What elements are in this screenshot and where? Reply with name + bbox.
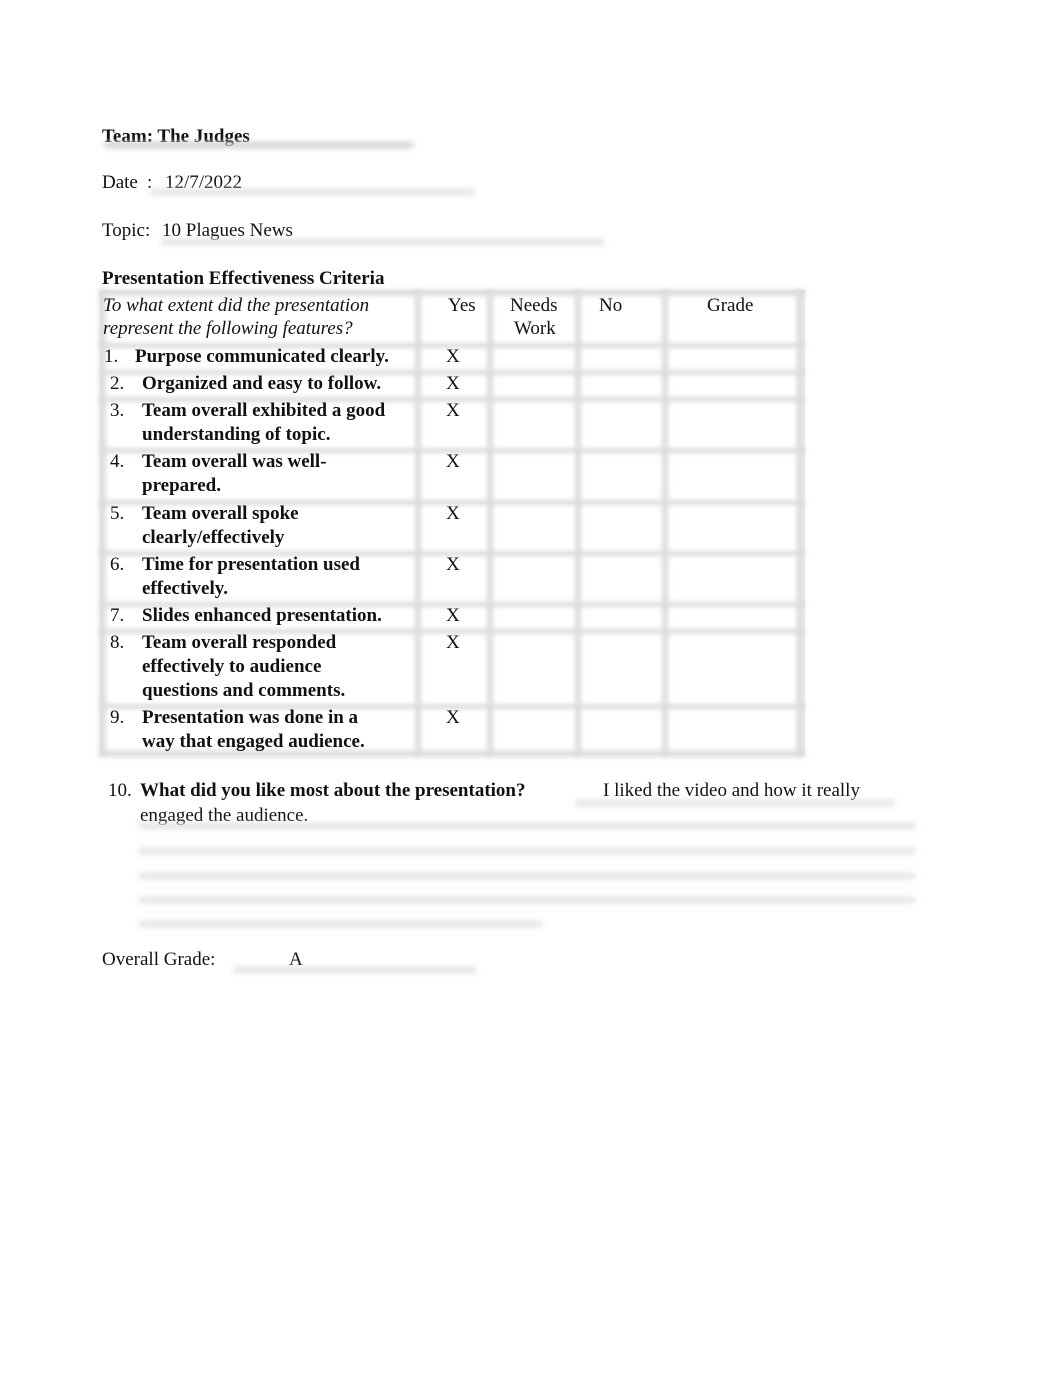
criterion-text-line: way that engaged audience. [142,731,365,752]
answer-line [575,800,895,806]
criterion-text-line: Purpose communicated clearly. [135,346,389,367]
column-header-grade: Grade [707,295,754,316]
answer-line [138,823,916,829]
criterion-text: Time for presentation used effectively. [142,553,360,601]
column-header-yes: Yes [448,295,476,316]
criterion-text-line: Team overall exhibited a good [142,400,386,421]
criterion-text-line: understanding of topic. [142,424,331,445]
criterion-number: 6. [110,554,125,575]
answer-line [138,873,916,879]
criterion-text: Slides enhanced presentation. [142,604,382,628]
criterion-text-line: effectively. [142,578,228,599]
criterion-text-line: Team overall spoke [142,503,299,524]
criterion-text-line: Slides enhanced presentation. [142,605,382,626]
criterion-number: 2. [110,373,125,394]
criterion-text: Team overall was well-prepared. [142,450,327,498]
criterion-number: 1. [104,346,119,367]
question-10-prompt: What did you like most about the present… [140,780,526,801]
cell-yes[interactable]: X [446,400,466,422]
topic-label: Topic: [102,220,151,241]
criterion-text-line: Time for presentation used [142,554,360,575]
cell-yes[interactable]: X [446,346,466,368]
team-underline [104,142,414,148]
cell-yes[interactable]: X [446,373,466,395]
criterion-number: 7. [110,605,125,626]
column-header-needs-work-line2: Work [514,318,556,339]
table-col-divider [415,290,421,756]
criterion-number: 5. [110,503,125,524]
criterion-text: Team overall spoke clearly/effectively [142,502,299,550]
cell-yes[interactable]: X [446,605,466,627]
criterion-number: 8. [110,632,125,653]
date-underline [150,189,475,195]
cell-yes[interactable]: X [446,503,466,525]
criterion-text: Presentation was done in a way that engag… [142,706,365,754]
overall-grade-label: Overall Grade: [102,949,216,970]
criterion-text-line: Organized and easy to follow. [142,373,382,394]
question-line-1: To what extent did the presentation [103,295,370,316]
table-col-divider [575,290,581,756]
criterion-text-line: Team overall responded [142,632,337,653]
cell-yes[interactable]: X [446,451,466,473]
cell-yes[interactable]: X [446,554,466,576]
table-col-divider [662,290,668,756]
cell-yes[interactable]: X [446,707,466,729]
table-border-right [797,290,803,756]
criterion-text: Team overall exhibited a good understandi… [142,399,385,447]
criterion-text-line: prepared. [142,475,221,496]
criterion-number: 9. [110,707,125,728]
question-10-number: 10. [108,780,132,801]
column-header-no: No [599,295,623,316]
table-col-divider [487,290,493,756]
criterion-text-line: questions and comments. [142,680,346,701]
column-header-needs-work: Needs [510,295,558,316]
criterion-text-line: clearly/effectively [142,527,285,548]
criterion-number: 3. [110,400,125,421]
criterion-text-line: Presentation was done in a [142,707,359,728]
date-label: Date [102,172,138,193]
cell-yes[interactable]: X [446,632,466,654]
criterion-text-line: Team overall was well- [142,451,327,472]
criterion-text: Team overall responded effectively to aud… [142,631,345,703]
criterion-text: Purpose communicated clearly. [135,345,389,369]
question-10-answer-line-1[interactable]: I liked the video and how it really [603,780,860,802]
topic-underline [160,239,605,245]
answer-line [138,921,543,927]
criterion-text: Organized and easy to follow. [142,372,381,396]
question-line-2: represent the following features? [103,318,353,339]
criterion-number: 4. [110,451,125,472]
overall-grade-underline [232,967,477,973]
answer-line [138,848,916,854]
answer-line [138,897,916,903]
criteria-title: Presentation Effectiveness Criteria [102,268,385,289]
criterion-text-line: effectively to audience [142,656,322,677]
